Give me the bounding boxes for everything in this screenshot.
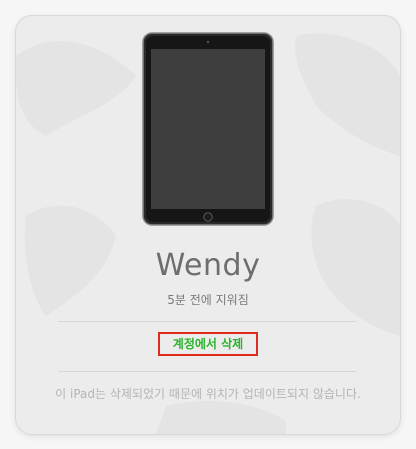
remove-from-account-button[interactable]: 계정에서 삭제 bbox=[158, 332, 258, 356]
divider bbox=[58, 371, 356, 372]
device-name: Wendy bbox=[155, 248, 261, 283]
status-message: 이 iPad는 삭제되었기 때문에 위치가 업데이트되지 않습니다. bbox=[55, 387, 361, 401]
erased-status: 5분 전에 지워짐 bbox=[167, 293, 249, 307]
device-info-card: Wendy 5분 전에 지워짐 계정에서 삭제 이 iPad는 삭제되었기 때문… bbox=[16, 16, 400, 434]
ipad-icon bbox=[142, 32, 274, 226]
divider bbox=[58, 321, 356, 322]
